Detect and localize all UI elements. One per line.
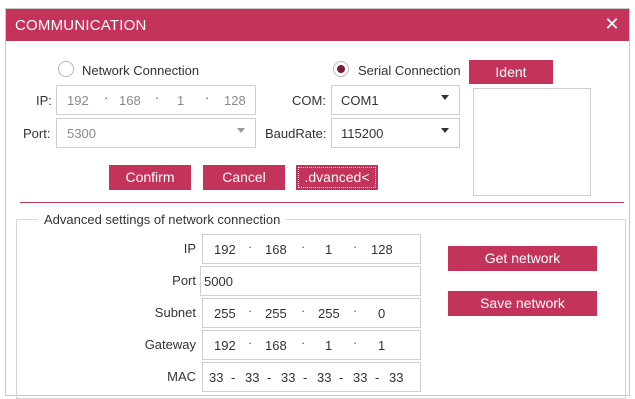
gateway-octet-4: 1 [378,338,386,353]
advanced-settings-title: Advanced settings of network connection [38,212,287,227]
subnet-octet-1: 255 [214,306,236,321]
subnet-octet-4: 0 [378,306,386,321]
section-divider [20,202,624,203]
ip-separator: · [353,335,358,350]
com-value: COM1 [341,93,379,108]
ip-separator: · [353,239,358,254]
save-network-button[interactable]: Save network [448,291,597,316]
chevron-down-icon [441,95,449,100]
confirm-button[interactable]: Confirm [109,165,191,190]
adv-port-value: 5000 [204,274,233,289]
gateway-octet-1: 192 [214,338,236,353]
subnet-label: Subnet [154,305,196,320]
gateway-label: Gateway [144,337,196,352]
port-label: Port: [23,126,51,141]
ip-separator: · [301,303,306,318]
network-connection-radio[interactable] [58,61,74,77]
title-bar: COMMUNICATION ✕ [6,9,629,41]
gateway-octet-2: 168 [265,338,287,353]
adv-port-input[interactable]: 5000 [200,266,421,296]
ip-octet-2: 168 [119,93,141,108]
ip-input[interactable]: 192 · 168 · 1 · 128 [56,85,256,115]
serial-connection-label: Serial Connection [358,63,461,78]
com-select[interactable]: COM1 [331,85,460,115]
mac-label: MAC [167,369,196,384]
adv-ip-octet-4: 128 [371,242,393,257]
ip-separator: · [301,335,306,350]
network-connection-label: Network Connection [82,63,200,78]
chevron-down-icon [441,128,449,133]
port-value: 5300 [67,126,96,141]
adv-ip-octet-3: 1 [325,242,333,257]
ip-octet-4: 128 [224,93,246,108]
window-title: COMMUNICATION [15,17,147,34]
baudrate-select[interactable]: 115200 [331,118,460,148]
mac-octet-5: 33 [353,370,368,385]
mac-separator: - [375,370,380,385]
adv-ip-input[interactable]: 192 · 168 · 1 · 128 [202,234,421,264]
subnet-input[interactable]: 255 · 255 · 255 · 0 [202,298,421,328]
subnet-octet-2: 255 [265,306,287,321]
mac-input[interactable]: 33 - 33 - 33 - 33 - 33 - 33 [202,362,421,392]
mac-separator: - [303,370,308,385]
mac-separator: - [231,370,236,385]
communication-dialog: COMMUNICATION ✕ Network Connection Seria… [5,8,630,399]
ip-separator: · [155,90,160,105]
ip-separator: · [301,239,306,254]
mac-separator: - [267,370,272,385]
close-icon[interactable]: ✕ [603,14,621,35]
gateway-octet-3: 1 [325,338,333,353]
ip-octet-1: 192 [67,93,89,108]
mac-octet-2: 33 [245,370,260,385]
advanced-button[interactable]: .dvanced< [296,165,378,190]
mac-octet-4: 33 [317,370,332,385]
adv-ip-octet-1: 192 [214,242,236,257]
ip-octet-3: 1 [177,93,185,108]
chevron-down-icon [237,128,245,133]
ident-button[interactable]: Ident [469,60,553,84]
port-select[interactable]: 5300 [56,118,256,148]
cancel-button[interactable]: Cancel [203,165,285,190]
ip-separator: · [205,90,210,105]
ip-separator: · [353,303,358,318]
ip-separator: · [248,239,253,254]
mac-octet-3: 33 [281,370,296,385]
com-label: COM: [292,93,326,108]
ip-separator: · [104,90,109,105]
gateway-input[interactable]: 192 · 168 · 1 · 1 [202,330,421,360]
baudrate-label: BaudRate: [265,126,327,141]
ip-separator: · [248,335,253,350]
adv-ip-octet-2: 168 [265,242,287,257]
baudrate-value: 115200 [341,126,384,141]
subnet-octet-3: 255 [318,306,340,321]
get-network-button[interactable]: Get network [448,246,597,271]
adv-port-label: Port [172,273,196,288]
mac-octet-1: 33 [209,370,224,385]
serial-connection-radio[interactable] [333,61,349,77]
adv-ip-label: IP [183,241,196,256]
ip-label: IP: [36,93,52,108]
mac-separator: - [339,370,344,385]
mac-octet-6: 33 [389,370,404,385]
ip-separator: · [248,303,253,318]
info-box [473,88,591,196]
